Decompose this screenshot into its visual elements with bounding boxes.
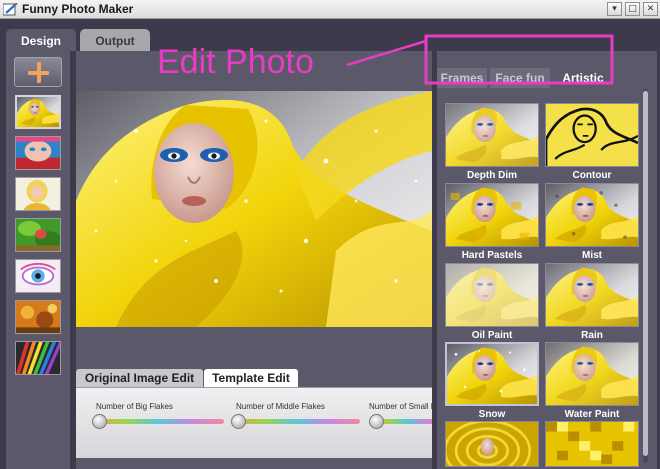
photo-thumbnail[interactable]	[15, 300, 61, 334]
effect-mist[interactable]	[545, 183, 639, 247]
editor-area: Original Image Edit Template Edit Number…	[76, 51, 432, 469]
app-frame: Design Output Original Image Edit Templa…	[0, 19, 660, 469]
tab-face-fun[interactable]: Face fun	[490, 68, 550, 88]
photo-thumbnail[interactable]	[15, 341, 61, 375]
tab-output[interactable]: Output	[80, 29, 150, 51]
effect-label: Hard Pastels	[461, 250, 523, 261]
main-photo-preview[interactable]	[76, 91, 432, 327]
effects-scrollbar-thumb[interactable]	[643, 91, 648, 456]
window-title: Funny Photo Maker	[22, 2, 134, 16]
effect-label: Depth Dim	[467, 170, 517, 181]
slider-label-small-flakes: Number of Small F	[369, 402, 432, 411]
effect-contour[interactable]	[545, 103, 639, 167]
effect-label: Water Paint	[564, 409, 620, 420]
slider-label-middle-flakes: Number of Middle Flakes	[236, 402, 325, 411]
effect-sliders-panel: Number of Big Flakes Number of Middle Fl…	[76, 387, 432, 458]
slider-track-middle-flakes[interactable]	[232, 419, 360, 424]
effect-oil-paint[interactable]	[445, 263, 539, 327]
effect-label: Rain	[581, 330, 603, 341]
effect-snow[interactable]	[445, 342, 539, 406]
add-photo-button[interactable]	[14, 57, 62, 87]
app-brush-icon	[3, 3, 18, 16]
effect-label: Contour	[572, 170, 612, 181]
effect-water-paint[interactable]	[545, 342, 639, 406]
effect-mosaic[interactable]	[545, 421, 639, 467]
slider-knob-small-flakes[interactable]	[368, 414, 384, 429]
title-bar: Funny Photo Maker ▾ □ ✕	[0, 0, 660, 19]
effect-depth-dim[interactable]	[445, 103, 539, 167]
slider-knob-middle-flakes[interactable]	[231, 414, 247, 429]
effect-hard-pastels[interactable]	[445, 183, 539, 247]
annotation-label: Edit Photo	[157, 43, 314, 81]
photo-thumbnail[interactable]	[15, 259, 61, 293]
tab-frames[interactable]: Frames	[437, 68, 487, 88]
effect-label: Snow	[478, 409, 506, 420]
effect-ripple[interactable]	[445, 421, 539, 467]
photo-thumbnail[interactable]	[15, 177, 61, 211]
slider-track-big-flakes[interactable]	[92, 419, 224, 424]
photo-thumbnail[interactable]	[15, 136, 61, 170]
photo-thumbnail[interactable]	[15, 95, 61, 129]
photo-list-panel	[6, 51, 70, 469]
slider-label-big-flakes: Number of Big Flakes	[96, 402, 173, 411]
slider-knob-big-flakes[interactable]	[91, 414, 107, 429]
effect-label: Oil Paint	[471, 330, 513, 341]
maximize-button[interactable]: □	[625, 2, 640, 16]
effects-panel: Frames Face fun Artistic Depth Dim Conto…	[437, 51, 657, 469]
tab-original-image-edit[interactable]: Original Image Edit	[76, 369, 203, 387]
window-controls: ▾ □ ✕	[607, 2, 658, 16]
effect-rain[interactable]	[545, 263, 639, 327]
tab-artistic[interactable]: Artistic	[553, 68, 613, 88]
close-button[interactable]: ✕	[643, 2, 658, 16]
tab-design[interactable]: Design	[6, 29, 76, 51]
effect-label: Mist	[582, 250, 602, 261]
tab-template-edit[interactable]: Template Edit	[204, 369, 298, 387]
photo-thumbnail[interactable]	[15, 218, 61, 252]
minimize-button[interactable]: ▾	[607, 2, 622, 16]
